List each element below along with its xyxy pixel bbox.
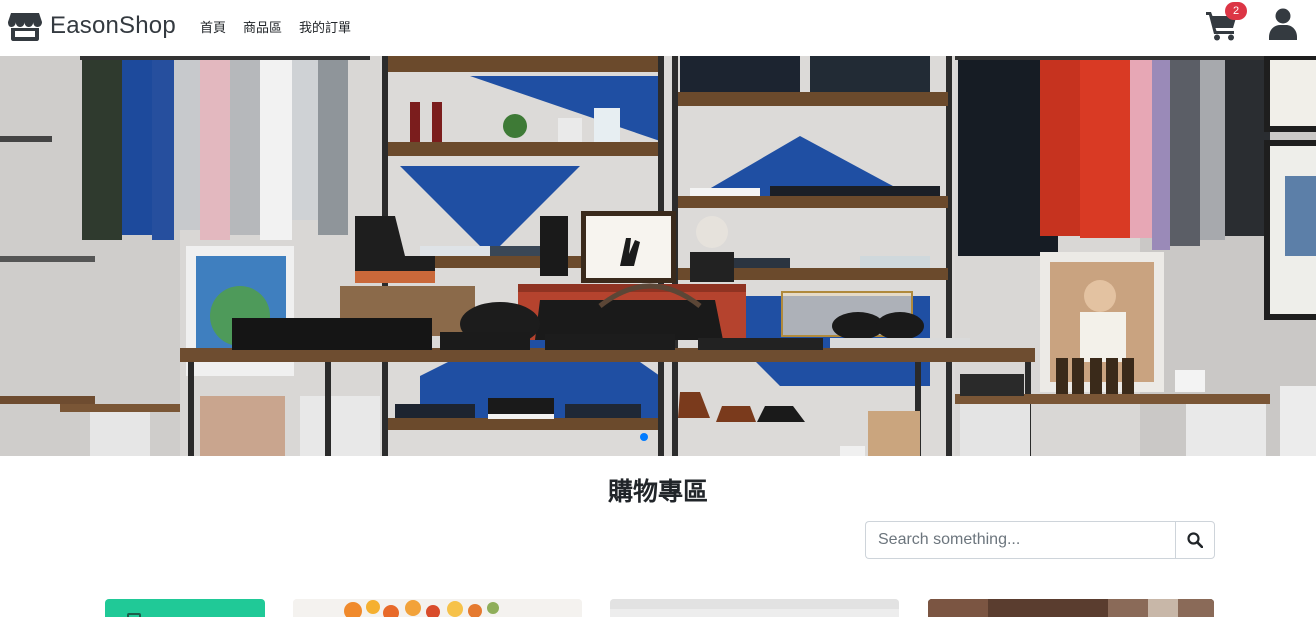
- brand-link[interactable]: EasonShop: [8, 9, 176, 43]
- store-icon: [8, 13, 42, 41]
- nav-products[interactable]: 商品區: [243, 20, 282, 38]
- category-card[interactable]: [105, 599, 265, 617]
- section-title: 購物專區: [607, 477, 708, 506]
- product-image: [293, 599, 582, 617]
- cart-button[interactable]: 2: [1206, 2, 1247, 42]
- user-account-button[interactable]: [1269, 8, 1299, 40]
- user-icon: [1269, 8, 1297, 40]
- product-card[interactable]: [928, 599, 1214, 617]
- search-input[interactable]: [865, 521, 1175, 559]
- search-button[interactable]: [1175, 521, 1215, 559]
- product-image: [928, 599, 1214, 617]
- navbar: EasonShop 首頁 商品區 我的訂單 2: [0, 0, 1316, 56]
- main-nav: 首頁 商品區 我的訂單: [200, 20, 368, 38]
- nav-orders[interactable]: 我的訂單: [299, 20, 351, 38]
- brand-name: EasonShop: [50, 12, 176, 39]
- nav-home[interactable]: 首頁: [200, 20, 226, 38]
- carousel-indicator[interactable]: [640, 433, 648, 441]
- hero-carousel: [0, 56, 1316, 456]
- search-bar: [865, 521, 1215, 559]
- product-card[interactable]: [610, 599, 899, 617]
- product-card[interactable]: [293, 599, 582, 617]
- search-icon: [1187, 532, 1203, 548]
- hero-image: [0, 56, 1316, 456]
- product-image: [610, 599, 899, 617]
- cart-count-badge: 2: [1225, 2, 1247, 20]
- list-icon: [127, 613, 141, 617]
